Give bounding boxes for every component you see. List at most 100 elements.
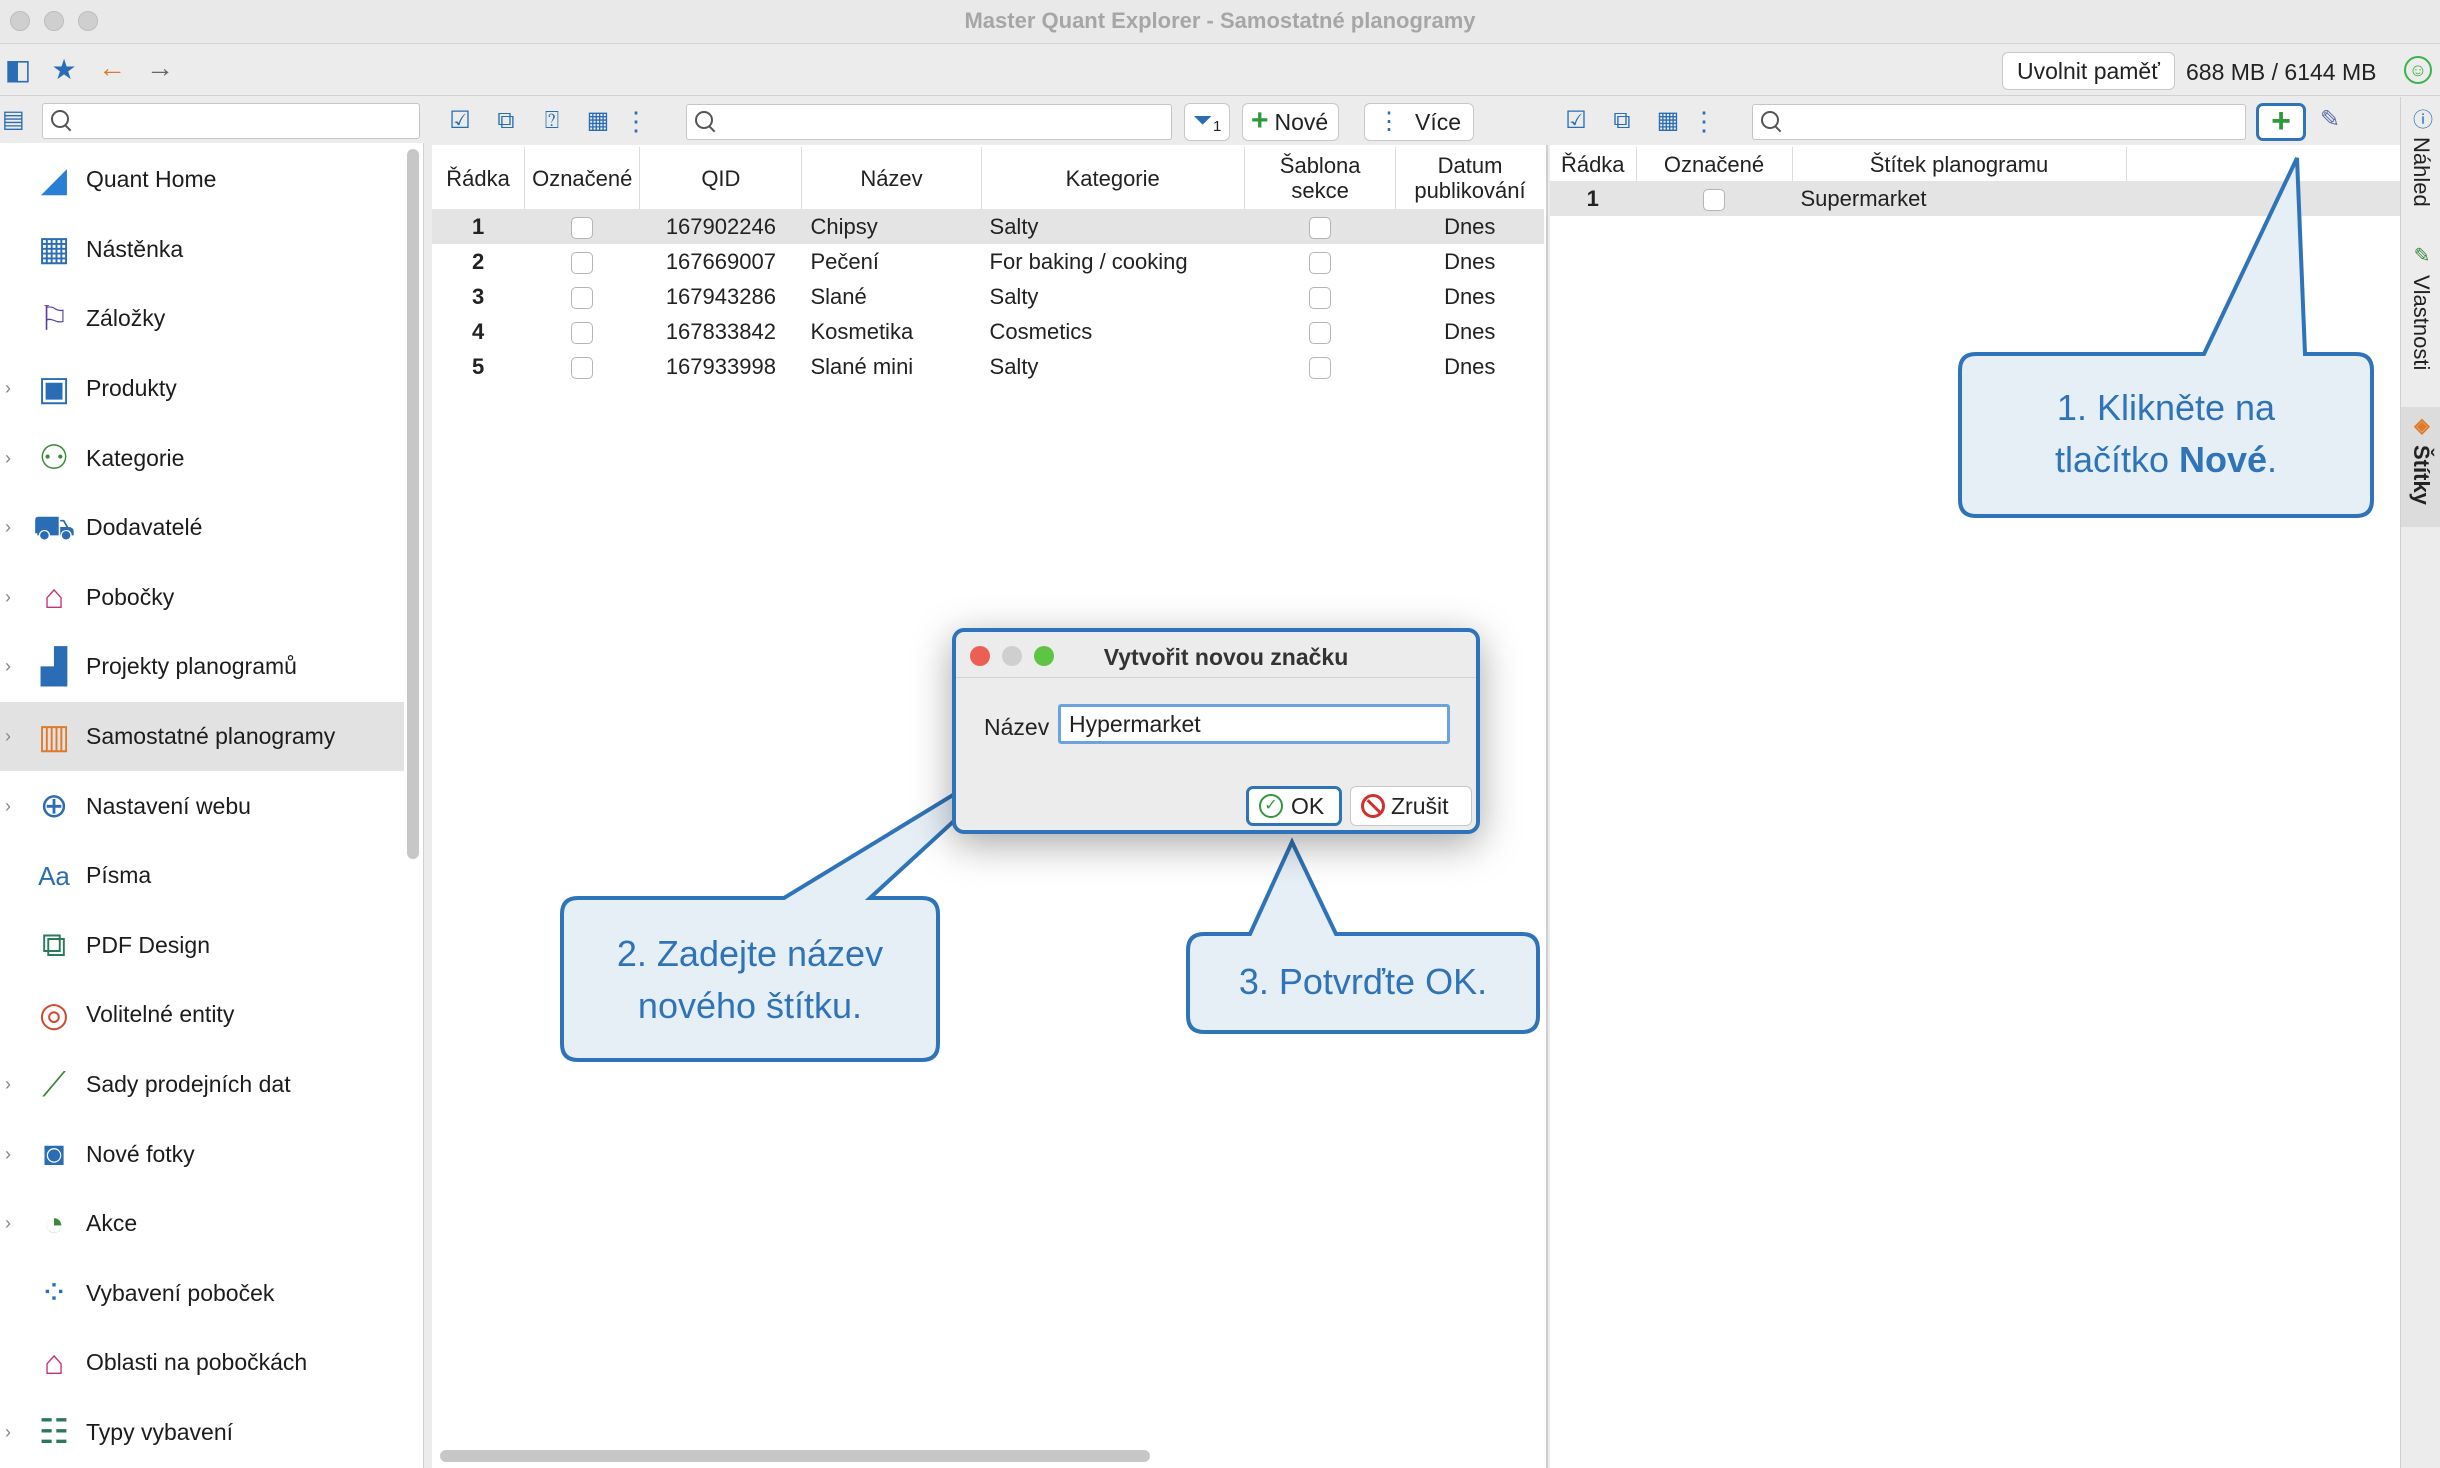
column-header-planogram-label[interactable]: Štítek planogramu: [1792, 147, 2127, 181]
sidebar-item[interactable]: ⧉ PDF Design: [0, 911, 404, 981]
sidebar-item[interactable]: ⚐ Záložky: [0, 284, 404, 354]
column-header-section-template[interactable]: Šablona sekce: [1244, 147, 1397, 209]
section-template-checkbox[interactable]: [1309, 286, 1332, 309]
sidebar-item[interactable]: › ◙ Nové fotky: [0, 1119, 404, 1189]
menu-dots-icon[interactable]: ⋮: [1688, 105, 1720, 137]
forward-arrow-icon[interactable]: →: [142, 50, 178, 86]
chevron-right-icon[interactable]: ›: [5, 726, 11, 747]
horizontal-scrollbar[interactable]: [440, 1450, 1150, 1462]
chevron-right-icon[interactable]: ›: [5, 1213, 11, 1234]
menu-dots-icon[interactable]: ⋮: [620, 105, 652, 137]
copy-icon[interactable]: ⧉: [1606, 105, 1638, 137]
column-header-category[interactable]: Kategorie: [981, 147, 1245, 209]
table-row[interactable]: 2 167669007 Pečení For baking / cooking Dnes: [432, 244, 1544, 279]
section-template-checkbox[interactable]: [1309, 321, 1332, 344]
labels-table: Řádka Označené Štítek planogramu 1 Superm…: [1550, 147, 2400, 216]
select-all-icon[interactable]: ☑: [444, 105, 476, 137]
sidebar-item[interactable]: › ◔ Akce: [0, 1189, 404, 1259]
table-row[interactable]: 5 167933998 Slané mini Salty Dnes: [432, 349, 1544, 384]
label-name-input[interactable]: Hypermarket: [1058, 704, 1450, 744]
qid-cell: 167669007: [665, 248, 776, 274]
column-header-marked[interactable]: Označené: [1636, 147, 1793, 181]
sidebar-item[interactable]: › ⌂ Pobočky: [0, 563, 404, 633]
sidebar-item[interactable]: ◎ Volitelné entity: [0, 980, 404, 1050]
marked-checkbox[interactable]: [1703, 188, 1725, 211]
column-header-row-number[interactable]: Řádka: [432, 147, 526, 209]
chevron-right-icon[interactable]: ›: [5, 587, 11, 608]
sidebar-item[interactable]: ▦ Nástěnka: [0, 215, 404, 285]
tab-preview[interactable]: ⓘ Náhled: [2401, 103, 2440, 233]
new-label-button[interactable]: +: [2256, 103, 2306, 141]
tab-preview-label: Náhled: [2409, 137, 2434, 207]
sidebar-item[interactable]: ⌂ Oblasti na pobočkách: [0, 1328, 404, 1398]
sidebar-item[interactable]: › ▥ Samostatné planogramy: [0, 701, 404, 772]
section-template-checkbox[interactable]: [1309, 251, 1332, 274]
marked-checkbox[interactable]: [571, 251, 594, 274]
new-button[interactable]: + Nové: [1242, 103, 1340, 141]
sidebar-item[interactable]: › ⟋ Sady prodejních dat: [0, 1050, 404, 1120]
table-row[interactable]: 4 167833842 Kosmetika Cosmetics Dnes: [432, 314, 1544, 349]
sidebar-item[interactable]: Aa Písma: [0, 841, 404, 911]
marked-checkbox[interactable]: [571, 286, 594, 309]
sidebar-item[interactable]: › ▟ Projekty planogramů: [0, 632, 404, 702]
list-search-input[interactable]: [686, 104, 1172, 140]
column-header-qid[interactable]: QID: [639, 147, 803, 209]
edit-icon[interactable]: ✎: [2320, 105, 2340, 134]
label-cell: Supermarket: [1800, 185, 1927, 211]
table-settings-icon[interactable]: ▦: [1652, 105, 1684, 137]
store-icon: ⌂: [43, 578, 65, 617]
filter-button[interactable]: ⏷ 1: [1184, 103, 1230, 141]
chevron-right-icon[interactable]: ›: [5, 1422, 11, 1443]
section-template-checkbox[interactable]: [1309, 356, 1332, 379]
select-all-icon[interactable]: ☑: [1560, 105, 1592, 137]
marked-checkbox[interactable]: [571, 216, 594, 239]
tab-labels[interactable]: ◈ Štítky: [2401, 407, 2440, 527]
free-memory-button[interactable]: Uvolnit paměť: [2002, 52, 2175, 90]
table-row[interactable]: 3 167943286 Slané Salty Dnes: [432, 279, 1544, 314]
chevron-right-icon[interactable]: ›: [5, 448, 11, 469]
sidebar-toggle-icon[interactable]: ◧: [0, 52, 36, 88]
sidebar-item[interactable]: › ⛟ Dodavatelé: [0, 493, 404, 563]
name-cell: Slané: [810, 283, 867, 309]
search-icon: [1761, 111, 1783, 133]
more-button[interactable]: ⋮ Více: [1364, 103, 1475, 141]
row-number-cell-wrap: 1: [1550, 181, 1636, 216]
help-icon[interactable]: ⍰: [536, 105, 568, 137]
nav-search-input[interactable]: [42, 103, 420, 139]
ok-button[interactable]: ✓ OK: [1246, 786, 1342, 826]
column-header-name[interactable]: Název: [801, 147, 982, 209]
sidebar-item[interactable]: › ☷ Typy vybavení: [0, 1398, 404, 1468]
sidebar-item[interactable]: › ⚇ Kategorie: [0, 423, 404, 493]
column-header-publish-date[interactable]: Datum publikování: [1396, 147, 1544, 209]
section-template-checkbox[interactable]: [1309, 216, 1332, 239]
empty-cell: [2126, 181, 2400, 216]
chevron-right-icon[interactable]: ›: [5, 378, 11, 399]
cancel-button[interactable]: Zrušit: [1350, 786, 1472, 826]
dialog-title: Vytvořit novou značku: [1103, 644, 1349, 670]
table-settings-icon[interactable]: ▦: [582, 105, 614, 137]
nav-collapse-icon[interactable]: ▤: [2, 105, 25, 134]
table-row[interactable]: 1 167902246 Chipsy Salty Dnes: [432, 209, 1544, 244]
favorites-star-icon[interactable]: ★: [46, 52, 82, 88]
nav-scrollbar[interactable]: [407, 149, 419, 859]
sidebar-item[interactable]: ⁘ Vybavení poboček: [0, 1259, 404, 1329]
column-header-row-number[interactable]: Řádka: [1550, 147, 1637, 181]
quant-home-icon: ◢: [40, 160, 68, 199]
chevron-right-icon[interactable]: ›: [5, 796, 11, 817]
chevron-right-icon[interactable]: ›: [5, 1074, 11, 1095]
back-arrow-icon[interactable]: ←: [94, 50, 130, 86]
chevron-right-icon[interactable]: ›: [5, 1144, 11, 1165]
sidebar-item[interactable]: › ⊕ Nastavení webu: [0, 771, 404, 841]
chevron-right-icon[interactable]: ›: [5, 656, 11, 677]
copy-icon[interactable]: ⧉: [490, 105, 522, 137]
sidebar-item[interactable]: › ▣ Produkty: [0, 354, 404, 424]
column-header-marked[interactable]: Označené: [524, 147, 641, 209]
marked-checkbox[interactable]: [571, 321, 594, 344]
marked-checkbox[interactable]: [571, 356, 594, 379]
labels-search-input[interactable]: [1752, 104, 2246, 140]
chevron-right-icon[interactable]: ›: [5, 517, 11, 538]
table-row[interactable]: 1 Supermarket: [1550, 181, 2400, 216]
category-cell: Cosmetics: [989, 318, 1093, 344]
sidebar-item[interactable]: ◢ Quant Home: [0, 145, 404, 215]
sidebar-item-label: Projekty planogramů: [86, 653, 297, 680]
